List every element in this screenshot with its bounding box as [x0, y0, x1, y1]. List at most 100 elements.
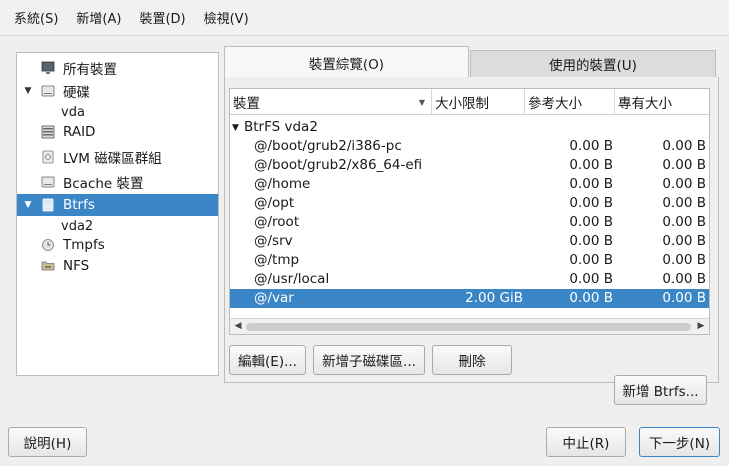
tree-label: vda [61, 104, 85, 120]
tree-item-nfs[interactable]: NFS [17, 255, 218, 277]
menu-add[interactable]: 新增(A) [74, 6, 123, 29]
cell-ref-size: 0.00 B [569, 271, 613, 287]
tree-item-btrfs[interactable]: ▼ Btrfs [17, 194, 218, 216]
table-row[interactable]: @/home 0.00 B 0.00 B [230, 175, 709, 194]
column-header-excl-size[interactable]: 專有大小 [615, 89, 709, 115]
tree-label: NFS [63, 258, 90, 274]
tmpfs-icon [42, 239, 54, 251]
cell-device: @/home [254, 176, 311, 192]
edit-button[interactable]: 編輯(E)... [229, 345, 306, 375]
tree-label: 硬碟 [63, 85, 90, 101]
tab-used-devices[interactable]: 使用的裝置(U) [470, 50, 716, 78]
cell-device: @/boot/grub2/x86_64-efi [254, 157, 423, 173]
chevron-down-icon[interactable]: ▼ [23, 200, 33, 210]
monitor-icon [41, 61, 55, 74]
tree-item-lvm[interactable]: LVM 磁碟區群組 [17, 146, 218, 168]
horizontal-scrollbar[interactable]: ◀ ▶ [230, 318, 709, 334]
cell-size-limit [432, 232, 525, 251]
chevron-down-icon[interactable]: ▼ [23, 86, 33, 96]
cell-size-limit [432, 137, 525, 156]
raid-icon [41, 125, 55, 139]
table-header: 裝置 ▼ 大小限制 參考大小 專有大小 [230, 89, 709, 115]
cell-device: @/opt [254, 195, 295, 211]
tab-label: 使用的裝置(U) [549, 58, 637, 74]
cell-excl-size: 0.00 B [662, 138, 706, 154]
table-row[interactable]: @/boot/grub2/x86_64-efi 0.00 B 0.00 B [230, 156, 709, 175]
cell-excl-size: 0.00 B [662, 233, 706, 249]
table-row[interactable]: @/usr/local 0.00 B 0.00 B [230, 270, 709, 289]
cell-ref-size: 0.00 B [569, 214, 613, 230]
add-btrfs-button[interactable]: 新增 Btrfs... [614, 375, 707, 405]
cell-excl-size: 0.00 B [662, 195, 706, 211]
tree-label: Btrfs [63, 197, 95, 213]
tree-item-raid[interactable]: RAID [17, 121, 218, 143]
add-subvolume-button[interactable]: 新增子磁碟區... [313, 345, 425, 375]
cell-ref-size: 0.00 B [569, 176, 613, 192]
device-tree: 所有裝置 ▼ 硬碟 vda RAID LVM 磁碟區群組 Bcache 裝置 ▼… [16, 52, 219, 376]
table-row[interactable]: @/root 0.00 B 0.00 B [230, 213, 709, 232]
tree-label: 所有裝置 [63, 62, 117, 78]
cell-size-limit [432, 156, 525, 175]
tree-label: LVM 磁碟區群組 [63, 151, 162, 167]
tree-item-disks[interactable]: ▼ 硬碟 [17, 80, 218, 102]
column-header-size-limit[interactable]: 大小限制 [432, 89, 525, 115]
cell-ref-size: 0.00 B [569, 290, 613, 306]
cell-ref-size: 0.00 B [569, 157, 613, 173]
cell-excl-size: 0.00 B [662, 290, 706, 306]
cell-excl-size: 0.00 B [662, 252, 706, 268]
cell-ref-size: 0.00 B [569, 138, 613, 154]
cell-ref-size: 0.00 B [569, 233, 613, 249]
column-header-ref-size[interactable]: 參考大小 [525, 89, 615, 115]
cell-size-limit [432, 251, 525, 270]
btrfs-icon [42, 198, 54, 212]
cell-device: @/usr/local [254, 271, 330, 287]
next-button[interactable]: 下一步(N) [639, 427, 720, 457]
menu-view[interactable]: 檢視(V) [202, 6, 251, 29]
tree-item-vda[interactable]: vda [17, 101, 218, 123]
cell-excl-size: 0.00 B [662, 176, 706, 192]
network-folder-icon [41, 261, 55, 271]
menu-bar: 系統(S) 新增(A) 裝置(D) 檢視(V) [0, 0, 729, 36]
tree-item-bcache[interactable]: Bcache 裝置 [17, 171, 218, 193]
hard-disk-icon [41, 85, 55, 97]
cell-excl-size: 0.00 B [662, 271, 706, 287]
cell-size-limit [432, 175, 525, 194]
cell-size-limit [432, 270, 525, 289]
lvm-icon [42, 150, 54, 164]
tree-item-tmpfs[interactable]: Tmpfs [17, 234, 218, 256]
tree-label: Bcache 裝置 [63, 176, 144, 192]
tab-device-overview[interactable]: 裝置綜覽(O) [224, 46, 469, 78]
subvolume-table: 裝置 ▼ 大小限制 參考大小 專有大小 ▼ BtrFS vda2 @/boot/… [229, 88, 710, 335]
tree-label: Tmpfs [63, 237, 105, 253]
menu-system[interactable]: 系統(S) [12, 6, 60, 29]
table-row[interactable]: @/opt 0.00 B 0.00 B [230, 194, 709, 213]
table-row[interactable]: @/srv 0.00 B 0.00 B [230, 232, 709, 251]
tree-item-all-devices[interactable]: 所有裝置 [17, 57, 218, 79]
tab-label: 裝置綜覽(O) [308, 56, 385, 73]
column-header-device[interactable]: 裝置 ▼ [230, 89, 432, 115]
delete-button[interactable]: 刪除 [432, 345, 512, 375]
table-row-selected[interactable]: @/var 2.00 GiB 0.00 B 0.00 B [230, 289, 709, 308]
cell-excl-size: 0.00 B [662, 214, 706, 230]
menu-device[interactable]: 裝置(D) [137, 6, 187, 29]
cell-device: @/tmp [254, 252, 300, 268]
partitioner-window: 系統(S) 新增(A) 裝置(D) 檢視(V) 所有裝置 ▼ 硬碟 vda RA… [0, 0, 729, 466]
sort-down-icon: ▼ [418, 98, 425, 107]
scroll-left-icon[interactable]: ◀ [231, 321, 245, 331]
table-row[interactable]: @/tmp 0.00 B 0.00 B [230, 251, 709, 270]
bcache-icon [41, 176, 55, 188]
cell-device: @/boot/grub2/i386-pc [254, 138, 402, 154]
cell-ref-size: 0.00 B [569, 195, 613, 211]
cell-excl-size: 0.00 B [662, 157, 706, 173]
help-button[interactable]: 說明(H) [8, 427, 87, 457]
cell-device: @/root [254, 214, 300, 230]
scrollbar-thumb[interactable] [246, 323, 691, 331]
chevron-down-icon[interactable]: ▼ [232, 119, 239, 138]
cell-size-limit: 2.00 GiB [465, 290, 523, 306]
cell-size-limit [432, 213, 525, 232]
table-row[interactable]: @/boot/grub2/i386-pc 0.00 B 0.00 B [230, 137, 709, 156]
abort-button[interactable]: 中止(R) [546, 427, 626, 457]
cell-ref-size: 0.00 B [569, 252, 613, 268]
scroll-right-icon[interactable]: ▶ [694, 321, 708, 331]
table-row-group[interactable]: ▼ BtrFS vda2 [230, 118, 709, 137]
